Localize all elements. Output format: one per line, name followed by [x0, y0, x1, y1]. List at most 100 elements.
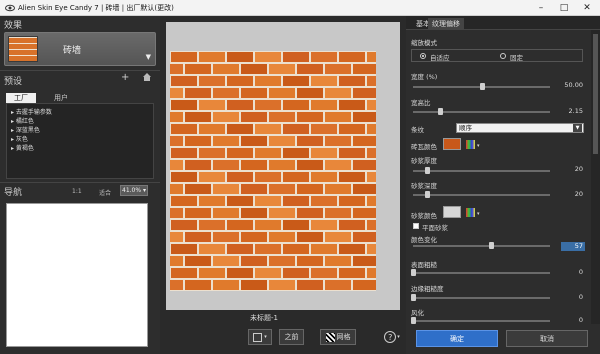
weathering-label: 风化 — [411, 309, 424, 317]
brick — [171, 244, 197, 254]
zoom-1to1-button[interactable]: 1:1 — [72, 188, 82, 195]
mortar-thickness-slider[interactable] — [413, 170, 550, 172]
brick — [227, 244, 253, 254]
brick — [170, 112, 183, 122]
brick — [171, 124, 197, 134]
mortar-depth-value[interactable]: 20 — [555, 190, 583, 198]
brick — [213, 136, 239, 146]
aspect-value[interactable]: 2.15 — [555, 107, 583, 115]
mortar-depth-thumb[interactable] — [424, 191, 430, 198]
navigator-preview[interactable] — [6, 203, 148, 347]
color-variation-thumb[interactable] — [489, 242, 495, 249]
brick — [311, 172, 337, 182]
brick — [199, 268, 225, 278]
zoom-fit-button[interactable]: 适合 — [99, 188, 111, 197]
minimize-icon: – — [538, 3, 544, 13]
radio-adaptive[interactable] — [420, 53, 426, 59]
weathering-value[interactable]: 0 — [555, 316, 583, 324]
brick — [283, 172, 309, 182]
effect-selector[interactable]: 砖墙 ▼ — [4, 32, 156, 66]
help-icon: ? — [384, 331, 397, 343]
grid-button[interactable]: 网格 — [320, 329, 356, 345]
color-variation-label: 颜色变化 — [411, 236, 437, 244]
brick — [199, 124, 225, 134]
list-item[interactable]: ▸ 去握手输参数 — [11, 107, 52, 116]
flat-mortar-checkbox[interactable] — [413, 223, 419, 229]
tab-texture-offset[interactable]: 纹理偏移 — [428, 18, 464, 30]
brick — [170, 160, 183, 170]
width-slider-thumb[interactable] — [479, 83, 485, 90]
home-icon[interactable] — [142, 72, 152, 82]
brick — [367, 100, 376, 110]
aspect-slider[interactable] — [413, 111, 550, 113]
brick — [297, 256, 323, 266]
mortar-depth-slider[interactable] — [413, 194, 550, 196]
palette-icon[interactable] — [466, 140, 475, 149]
brick — [297, 112, 323, 122]
brick — [241, 256, 267, 266]
color-variation-value[interactable]: 57 — [561, 242, 585, 251]
tab-user[interactable]: 用户 — [46, 93, 76, 103]
zoom-select[interactable]: 41.0% ▾ — [120, 185, 148, 196]
brick — [170, 280, 183, 290]
weathering-slider[interactable] — [413, 320, 550, 322]
list-item[interactable]: ▸ 橘红色 — [11, 116, 34, 125]
edge-roughness-value[interactable]: 0 — [555, 293, 583, 301]
brick — [213, 232, 239, 242]
weathering-thumb[interactable] — [411, 317, 416, 324]
width-label: 宽度 (%) — [411, 73, 438, 81]
pattern-label: 条纹 — [411, 126, 424, 134]
brick — [339, 124, 365, 134]
scrollbar-thumb[interactable] — [593, 34, 598, 154]
list-item[interactable]: ▸ 灰色 — [11, 134, 28, 143]
minimize-button[interactable]: – — [530, 0, 552, 16]
help-button[interactable]: ? ▾ — [380, 329, 404, 345]
brick — [171, 268, 197, 278]
brick — [367, 76, 376, 86]
brick — [241, 184, 267, 194]
brick — [185, 64, 211, 74]
tab-factory[interactable]: 工厂 — [6, 93, 36, 103]
surface-roughness-slider[interactable] — [413, 272, 550, 274]
chevron-down-icon[interactable]: ▾ — [477, 211, 480, 217]
chevron-down-icon[interactable]: ▾ — [477, 143, 480, 149]
list-item[interactable]: ▸ 黄褐色 — [11, 143, 34, 152]
edge-roughness-slider[interactable] — [413, 297, 550, 299]
aspect-slider-thumb[interactable] — [438, 108, 444, 115]
brick-color-swatch[interactable] — [443, 138, 461, 150]
color-variation-slider[interactable] — [413, 245, 550, 247]
before-button[interactable]: 之前 — [279, 329, 304, 345]
brick — [325, 184, 351, 194]
brick — [339, 244, 365, 254]
brick-preview[interactable] — [170, 51, 376, 291]
scrollbar[interactable] — [591, 30, 600, 324]
surface-roughness-value[interactable]: 0 — [555, 268, 583, 276]
palette-icon[interactable] — [466, 208, 475, 217]
maximize-button[interactable]: □ — [553, 0, 575, 16]
brick — [269, 136, 295, 146]
view-toggle-button[interactable]: ▾ — [248, 329, 272, 345]
close-icon: ✕ — [583, 3, 591, 13]
close-button[interactable]: ✕ — [576, 0, 598, 16]
brick — [283, 268, 309, 278]
surface-roughness-thumb[interactable] — [411, 269, 416, 276]
cancel-button[interactable]: 取消 — [506, 330, 588, 347]
mortar-thickness-thumb[interactable] — [424, 167, 430, 174]
edge-roughness-thumb[interactable] — [411, 294, 416, 301]
brick — [171, 196, 197, 206]
brick — [283, 244, 309, 254]
brick — [255, 148, 281, 158]
brick — [227, 172, 253, 182]
brick — [185, 112, 211, 122]
brick — [339, 196, 365, 206]
list-item[interactable]: ▸ 深蓝黑色 — [11, 125, 40, 134]
effect-name: 砖墙 — [62, 46, 81, 56]
brick — [227, 196, 253, 206]
mortar-thickness-value[interactable]: 20 — [555, 165, 583, 173]
mortar-color-swatch[interactable] — [443, 206, 461, 218]
pattern-select[interactable]: 顺序 ▼ — [456, 123, 584, 133]
ok-button[interactable]: 确定 — [416, 330, 498, 347]
add-preset-icon[interactable]: + — [121, 72, 129, 83]
radio-fixed[interactable] — [500, 53, 506, 59]
width-value[interactable]: 50.00 — [555, 81, 583, 89]
